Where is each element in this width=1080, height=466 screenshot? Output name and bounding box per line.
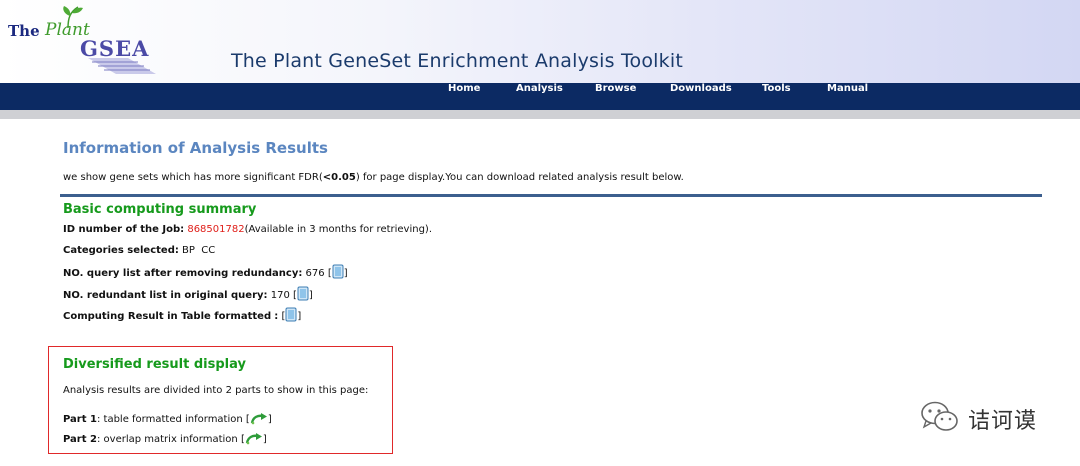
jump-arrow-icon[interactable]: [250, 412, 268, 425]
query-value: 676: [305, 268, 325, 279]
nav-shadow: [0, 110, 1080, 119]
nav-manual[interactable]: Manual: [827, 83, 868, 110]
wechat-icon: [921, 401, 958, 431]
part2-row: Part 2: overlap matrix information []: [63, 432, 267, 445]
jump-arrow-icon[interactable]: [245, 432, 263, 445]
categories-label: Categories selected: [63, 245, 175, 256]
nav-tools[interactable]: Tools: [762, 83, 791, 110]
categories-value: BP CC: [182, 245, 216, 256]
job-id-note: (Available in 3 months for retrieving).: [244, 224, 433, 235]
part1-text: table formatted information: [103, 414, 243, 425]
download-icon[interactable]: [332, 264, 344, 279]
intro-before: we show gene sets which has more signifi…: [63, 172, 323, 183]
site-header: The Plant GSEA The Plant GeneSet Enrichm…: [0, 0, 1080, 83]
summary-title: Basic computing summary: [63, 202, 257, 217]
categories-row: Categories selected: BP CC: [63, 245, 216, 256]
nav-analysis[interactable]: Analysis: [516, 83, 563, 110]
download-icon[interactable]: [297, 286, 309, 301]
redundant-value: 170: [270, 290, 290, 301]
page-title: Information of Analysis Results: [63, 139, 328, 157]
nav-browse[interactable]: Browse: [595, 83, 636, 110]
job-id-label: ID number of the Job: [63, 224, 181, 235]
watermark: 诘诃谟: [920, 398, 1060, 438]
site-title: The Plant GeneSet Enrichment Analysis To…: [231, 50, 683, 72]
intro-text: we show gene sets which has more signifi…: [63, 172, 684, 183]
section-divider: [60, 194, 1042, 197]
diversified-description: Analysis results are divided into 2 part…: [63, 385, 369, 396]
nav-home[interactable]: Home: [448, 83, 480, 110]
redundant-row: NO. redundant list in original query: 17…: [63, 286, 313, 302]
main-nav: Home Analysis Browse Downloads Tools Man…: [0, 83, 1080, 110]
job-id-value[interactable]: 868501782: [187, 224, 244, 235]
part1-label: Part 1: [63, 414, 97, 425]
redundant-label: NO. redundant list in original query: [63, 290, 264, 301]
part2-text: overlap matrix information: [103, 434, 238, 445]
diversified-title: Diversified result display: [63, 357, 246, 372]
logo-stripes: [88, 58, 156, 74]
download-icon[interactable]: [285, 307, 297, 322]
logo-the: The: [8, 22, 40, 40]
part2-label: Part 2: [63, 434, 97, 445]
table-result-row: Computing Result in Table formatted : []: [63, 307, 301, 323]
watermark-text: 诘诃谟: [968, 409, 1038, 434]
fdr-threshold: <0.05: [322, 172, 356, 183]
table-result-label: Computing Result in Table formatted: [63, 311, 272, 322]
intro-after: ) for page display.You can download rela…: [355, 172, 684, 183]
query-label: NO. query list after removing redundancy: [63, 268, 299, 279]
site-logo[interactable]: The Plant GSEA: [4, 2, 164, 80]
nav-downloads[interactable]: Downloads: [670, 83, 732, 110]
part1-row: Part 1: table formatted information []: [63, 412, 272, 425]
query-row: NO. query list after removing redundancy…: [63, 264, 348, 280]
job-id-row: ID number of the Job: 868501782(Availabl…: [63, 224, 433, 235]
